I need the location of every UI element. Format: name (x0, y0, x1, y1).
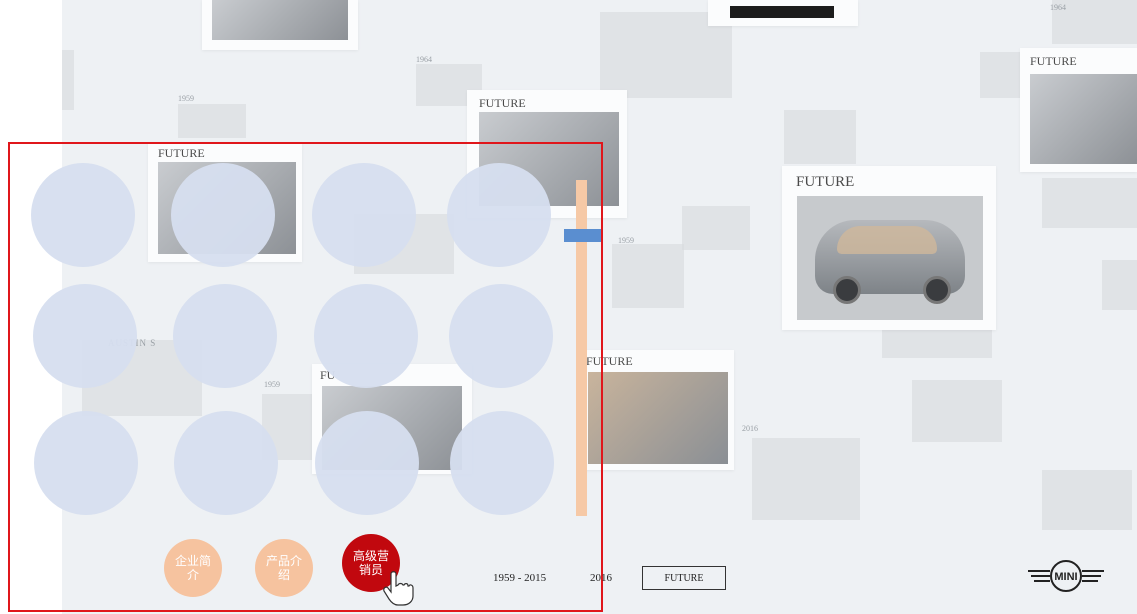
mini-logo: MINI (1028, 560, 1104, 592)
background-photo (882, 330, 992, 358)
car-photo (212, 0, 348, 40)
future-card: FUTURE (582, 350, 734, 470)
grid-circle[interactable] (315, 411, 419, 515)
background-photo (784, 110, 856, 164)
product-intro-button[interactable]: 产品介绍 (255, 539, 313, 597)
timeline-future-label: FUTURE (664, 572, 704, 584)
year-label: 1959 (618, 236, 634, 245)
scroll-slider-thumb[interactable] (564, 229, 601, 242)
future-card: FUTURE (1020, 48, 1137, 172)
photo-card (708, 0, 858, 26)
grid-circle[interactable] (450, 411, 554, 515)
car-photo (797, 196, 983, 320)
future-card: FUTURE (782, 166, 996, 330)
background-photo (1042, 178, 1137, 228)
designer-photo (588, 372, 728, 464)
year-label: 1964 (416, 55, 432, 64)
photo-card (202, 0, 358, 50)
timeline-year-label[interactable]: 2016 (590, 572, 612, 584)
car-windshield (837, 226, 937, 254)
background-photo (612, 244, 684, 308)
grid-circle[interactable] (173, 284, 277, 388)
future-card-label: FUTURE (796, 174, 855, 190)
grid-circle[interactable] (314, 284, 418, 388)
year-label: 1964 (1050, 3, 1066, 12)
grid-circle[interactable] (33, 284, 137, 388)
future-card-label: FUTURE (479, 96, 526, 110)
grid-circle[interactable] (449, 284, 553, 388)
car-wheel (923, 276, 951, 304)
grid-circle[interactable] (174, 411, 278, 515)
background-photo (1042, 470, 1132, 530)
grid-circle[interactable] (447, 163, 551, 267)
car-wheel (833, 276, 861, 304)
year-label: 2016 (742, 424, 758, 433)
mini-logo-text: MINI (1054, 571, 1077, 583)
timeline-range-label[interactable]: 1959 - 2015 (493, 572, 546, 584)
background-photo (980, 52, 1020, 98)
product-intro-label: 产品介绍 (265, 554, 302, 582)
hand-pointer-icon (383, 571, 414, 606)
future-card-label: FUTURE (1030, 54, 1077, 68)
company-intro-button[interactable]: 企业简介 (164, 539, 222, 597)
grid-circle[interactable] (31, 163, 135, 267)
background-photo (178, 104, 246, 138)
background-photo (912, 380, 1002, 442)
background-photo (752, 438, 860, 520)
timeline-future-button[interactable]: FUTURE (642, 566, 726, 590)
background-photo (1102, 260, 1137, 310)
grid-circle[interactable] (312, 163, 416, 267)
car-photo (1030, 74, 1137, 164)
background-photo (682, 206, 750, 250)
grid-circle[interactable] (171, 163, 275, 267)
background-photo (62, 50, 74, 110)
grid-circle[interactable] (34, 411, 138, 515)
company-intro-label: 企业简介 (174, 554, 211, 582)
car-photo (730, 6, 834, 18)
year-label: 1959 (178, 94, 194, 103)
